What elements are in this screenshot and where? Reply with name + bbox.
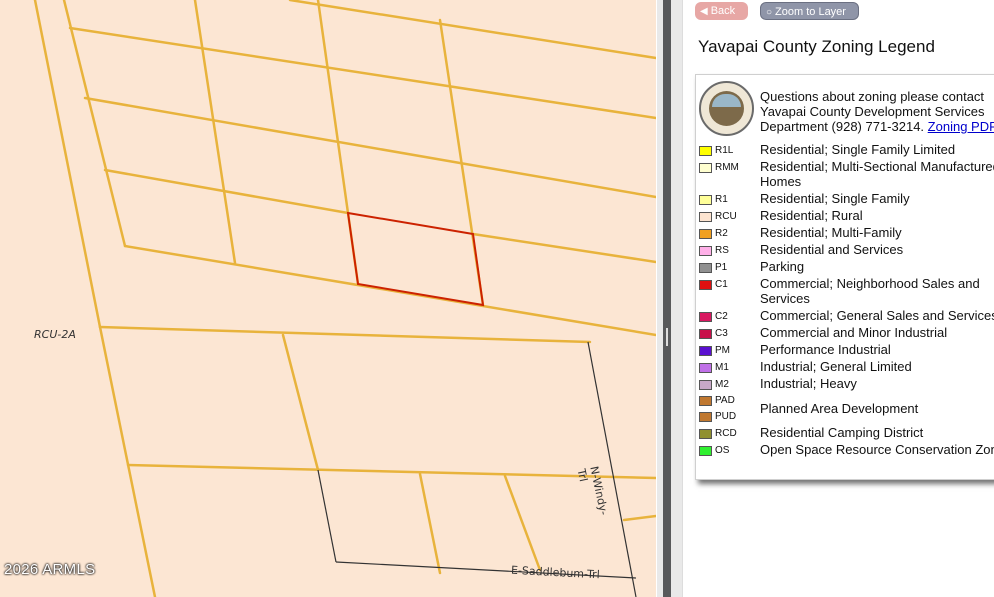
panel-splitter[interactable] [656, 0, 683, 597]
legend-code: P1 [715, 262, 728, 273]
zone-label: RCU-2A [34, 328, 76, 341]
legend-description-line: Residential; Single Family [760, 191, 910, 206]
legend-description-line: Commercial and Minor Industrial [760, 325, 948, 340]
legend-description: Residential; Single Family Limited [760, 142, 955, 157]
zoom-label: Zoom to Layer [775, 6, 846, 18]
back-arrow-icon: ◀ [700, 6, 708, 17]
legend-swatch [699, 429, 712, 439]
legend-swatch [699, 195, 712, 205]
selected-parcel[interactable] [346, 211, 485, 307]
zoom-circle-icon: ○ [766, 7, 773, 18]
legend-description-line: Commercial; General Sales and Services [760, 308, 994, 323]
legend-description: Parking [760, 259, 804, 274]
legend-description-line: Industrial; Heavy [760, 376, 857, 391]
zoning-pdf-link[interactable]: Zoning PDF [928, 119, 994, 134]
legend-description-line: Residential; Single Family Limited [760, 142, 956, 157]
legend-description: Commercial and Minor Industrial [760, 325, 947, 340]
map-view[interactable]: RCU-2A N-Windy-Trl E-Saddlebum-Trl 2026 … [0, 0, 656, 597]
legend-code: R1 [715, 194, 728, 205]
legend-description: Industrial; General Limited [760, 359, 912, 374]
legend-code: C1 [715, 279, 728, 290]
legend-title: Yavapai County Zoning Legend [698, 37, 935, 56]
copyright-text: 2026 ARMLS [4, 561, 96, 578]
legend-description: Performance Industrial [760, 342, 891, 357]
splitter-bar[interactable] [663, 0, 671, 597]
legend-description-line: Planned Area Development [760, 401, 919, 416]
back-label: Back [710, 5, 736, 17]
legend-swatch [699, 329, 712, 339]
legend-description-line: Parking [760, 259, 805, 274]
legend-description-line: Residential and Services [760, 242, 904, 257]
legend-description-line: Industrial; General Limited [760, 359, 912, 374]
legend-description: Residential and Services [760, 242, 903, 257]
legend-swatch [699, 396, 712, 406]
legend-swatch [699, 146, 712, 156]
intro-line-3: Department (928) 771-3214. Zoning PDF [760, 119, 994, 134]
legend-description: Residential; Single Family [760, 191, 910, 206]
legend-code: PAD [715, 395, 735, 406]
legend-description: Residential; Multi-Family [760, 225, 902, 240]
legend-code: C2 [715, 311, 728, 322]
legend-swatch [699, 312, 712, 322]
legend-description: Residential; Rural [760, 208, 863, 223]
back-button[interactable]: ◀ Back [695, 2, 748, 20]
legend-swatch [699, 246, 712, 256]
county-seal-logo [699, 81, 754, 136]
legend-swatch [699, 446, 712, 456]
legend-swatch [699, 163, 712, 173]
legend-code: RCU [715, 211, 737, 222]
legend-swatch [699, 363, 712, 373]
legend-description-line: Residential; Rural [760, 208, 863, 223]
legend-code: C3 [715, 328, 728, 339]
legend-panel: ◀ Back ○ Zoom to Layer Yavapai County Zoni… [682, 0, 994, 597]
legend-swatch [699, 212, 712, 222]
legend-swatch [699, 412, 712, 422]
legend-description-line: Open Space Resource Conservation Zone [760, 442, 994, 457]
legend-code: PUD [715, 411, 737, 422]
parcel-lines [33, 0, 656, 597]
legend-description: Residential Camping District [760, 425, 923, 440]
legend-code: M1 [715, 362, 729, 373]
legend-description-line: Residential; Multi-Family [760, 225, 902, 240]
legend-code: RS [715, 245, 729, 256]
legend-swatch [699, 280, 712, 290]
legend-swatch [699, 380, 712, 390]
zoning-contact-text: Questions about zoning please contact Ya… [760, 89, 994, 134]
legend-description-line: Residential Camping District [760, 425, 924, 440]
legend-code: M2 [715, 379, 729, 390]
legend-swatch [699, 346, 712, 356]
legend-swatch [699, 229, 712, 239]
legend-code: RCD [715, 428, 737, 439]
legend-description-line: Performance Industrial [760, 342, 891, 357]
intro-line-2: Yavapai County Development Services [760, 104, 985, 119]
intro-line-3-prefix: Department (928) 771-3214. [760, 119, 925, 134]
splitter-grip[interactable] [666, 328, 668, 346]
legend-code: PM [715, 345, 730, 356]
legend-description-line: Residential; Multi-Sectional Manufacture… [760, 159, 994, 174]
intro-line-1: Questions about zoning please contact [760, 89, 985, 104]
legend-description-line: Services [760, 291, 810, 306]
legend-description: Planned Area Development [760, 401, 918, 416]
legend-description: Open Space Resource Conservation Zone [760, 442, 994, 457]
legend-description-line: Homes [760, 174, 802, 189]
legend-box: Questions about zoning please contact Ya… [695, 74, 994, 480]
legend-description: Industrial; Heavy [760, 376, 857, 391]
legend-code: R2 [715, 228, 728, 239]
legend-code: RMM [715, 162, 739, 173]
legend-description: Commercial; General Sales and Services [760, 308, 994, 323]
legend-description: Commercial; Neighborhood Sales and Servic… [760, 276, 980, 306]
legend-description: Residential; Multi-Sectional Manufacture… [760, 159, 994, 189]
legend-code: R1L [715, 145, 734, 156]
legend-swatch [699, 263, 712, 273]
legend-code: OS [715, 445, 730, 456]
zoom-to-layer-button[interactable]: ○ Zoom to Layer [760, 2, 859, 20]
legend-description-line: Commercial; Neighborhood Sales and [760, 276, 980, 291]
